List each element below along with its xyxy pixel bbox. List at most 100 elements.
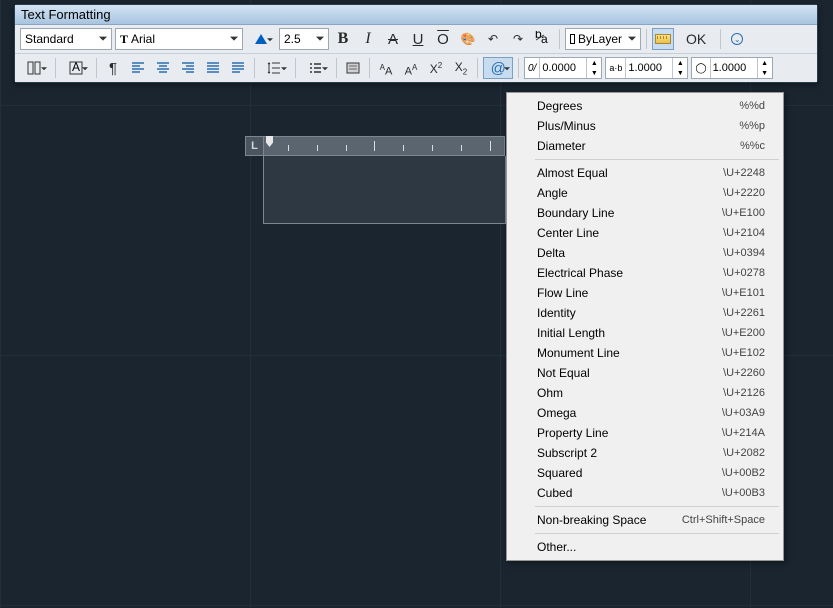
menu-item-shortcut: \U+00B3: [722, 487, 765, 499]
spin-down[interactable]: ▼: [587, 68, 601, 78]
text-size-value: 2.5: [284, 32, 301, 46]
font-value: Arial: [131, 32, 155, 46]
spin-up[interactable]: ▲: [758, 58, 772, 68]
menu-item-property-line[interactable]: Property Line\U+214A: [509, 423, 781, 443]
menu-item-other-[interactable]: Other...: [509, 537, 781, 557]
font-dropdown[interactable]: TArial: [115, 28, 243, 50]
underline-button[interactable]: U: [407, 28, 429, 50]
numbering-button[interactable]: [301, 57, 331, 79]
menu-item-squared[interactable]: Squared\U+00B2: [509, 463, 781, 483]
stack-button[interactable]: ba: [532, 28, 554, 50]
columns-icon: [27, 60, 43, 76]
menu-item-flow-line[interactable]: Flow Line\U+E101: [509, 283, 781, 303]
menu-item-diameter[interactable]: Diameter %%c: [509, 136, 781, 156]
overline-button[interactable]: O: [432, 28, 454, 50]
menu-item-shortcut: \U+214A: [722, 427, 765, 439]
redo-button[interactable]: ↷: [507, 28, 529, 50]
menu-item-delta[interactable]: Delta\U+0394: [509, 243, 781, 263]
ruler-ticks: [264, 137, 504, 155]
superscript-icon: X2: [430, 61, 442, 76]
menu-item-boundary-line[interactable]: Boundary Line\U+E100: [509, 203, 781, 223]
menu-item-shortcut: \U+2104: [723, 227, 765, 239]
ruler-toggle-button[interactable]: [652, 28, 674, 50]
spin-down[interactable]: ▼: [758, 68, 772, 78]
align-justify-button[interactable]: [202, 57, 224, 79]
menu-item-angle[interactable]: Angle\U+2220: [509, 183, 781, 203]
oblique-angle-spinner[interactable]: 0/ ▲▼: [524, 57, 602, 79]
align-distribute-button[interactable]: [227, 57, 249, 79]
text-ruler[interactable]: L: [245, 136, 505, 156]
menu-item-shortcut: \U+03A9: [722, 407, 765, 419]
menu-item-plus-minus[interactable]: Plus/Minus%%p: [509, 116, 781, 136]
menu-item-non-breaking-space[interactable]: Non-breaking SpaceCtrl+Shift+Space: [509, 510, 781, 530]
undo-button[interactable]: ↶: [482, 28, 504, 50]
menu-item-shortcut: %%c: [740, 140, 765, 152]
menu-item-subscript-2[interactable]: Subscript 2\U+2082: [509, 443, 781, 463]
ok-button[interactable]: OK: [677, 28, 715, 50]
tracking-input[interactable]: [626, 62, 672, 74]
menu-item-label: Omega: [537, 406, 576, 420]
strikethrough-button[interactable]: A: [382, 28, 404, 50]
truetype-icon: T: [120, 32, 128, 47]
align-left-icon: [130, 60, 146, 76]
color-value: ByLayer: [578, 32, 622, 46]
separator: [720, 29, 721, 49]
line-spacing-icon: [267, 60, 283, 76]
menu-item-label: Diameter: [537, 139, 586, 153]
ruler-tab-button[interactable]: L: [246, 137, 264, 155]
menu-item-shortcut: \U+E200: [722, 327, 765, 339]
menu-item-not-equal[interactable]: Not Equal\U+2260: [509, 363, 781, 383]
line-spacing-button[interactable]: [260, 57, 290, 79]
mtext-editor[interactable]: [263, 156, 506, 224]
menu-item-label: Electrical Phase: [537, 266, 623, 280]
paragraph-button[interactable]: ¶: [102, 57, 124, 79]
menu-item-label: Initial Length: [537, 326, 605, 340]
symbol-button[interactable]: @: [483, 57, 513, 79]
menu-item-degrees[interactable]: Degrees%%d: [509, 96, 781, 116]
menu-item-cubed[interactable]: Cubed\U+00B3: [509, 483, 781, 503]
annotative-button[interactable]: [246, 28, 276, 50]
menu-item-omega[interactable]: Omega \U+03A9: [509, 403, 781, 423]
separator: [336, 58, 337, 78]
tracking-spinner[interactable]: a·b ▲▼: [605, 57, 688, 79]
spin-up[interactable]: ▲: [587, 58, 601, 68]
align-left-button[interactable]: [127, 57, 149, 79]
menu-item-identity[interactable]: Identity\U+2261: [509, 303, 781, 323]
align-justify-icon: [205, 60, 221, 76]
text-size-dropdown[interactable]: 2.5: [279, 28, 329, 50]
justification-button[interactable]: A: [61, 57, 91, 79]
options-button[interactable]: ⌄: [726, 28, 748, 50]
color-dropdown[interactable]: ByLayer: [565, 28, 641, 50]
background-mask-button[interactable]: 🎨: [457, 28, 479, 50]
text-style-dropdown[interactable]: Standard: [20, 28, 112, 50]
menu-item-label: Delta: [537, 246, 565, 260]
menu-item-shortcut: \U+E100: [722, 207, 765, 219]
lowercase-button[interactable]: Aa: [400, 57, 422, 79]
uppercase-button[interactable]: aA: [375, 57, 397, 79]
spin-up[interactable]: ▲: [673, 58, 687, 68]
italic-button[interactable]: I: [357, 28, 379, 50]
subscript-button[interactable]: X2: [450, 57, 472, 79]
width-factor-input[interactable]: [711, 62, 757, 74]
oblique-input[interactable]: [540, 62, 586, 74]
align-center-button[interactable]: [152, 57, 174, 79]
menu-item-shortcut: \U+0278: [723, 267, 765, 279]
menu-item-monument-line[interactable]: Monument Line\U+E102: [509, 343, 781, 363]
align-right-button[interactable]: [177, 57, 199, 79]
insert-field-button[interactable]: [342, 57, 364, 79]
menu-item-initial-length[interactable]: Initial Length \U+E200: [509, 323, 781, 343]
menu-item-center-line[interactable]: Center Line\U+2104: [509, 223, 781, 243]
color-swatch-icon: [570, 34, 575, 44]
menu-item-label: Squared: [537, 466, 582, 480]
redo-icon: ↷: [513, 32, 523, 46]
width-factor-spinner[interactable]: ◯ ▲▼: [691, 57, 772, 79]
columns-button[interactable]: [20, 57, 50, 79]
menu-item-electrical-phase[interactable]: Electrical Phase \U+0278: [509, 263, 781, 283]
bold-button[interactable]: B: [332, 28, 354, 50]
menu-item-almost-equal[interactable]: Almost Equal\U+2248: [509, 163, 781, 183]
menu-item-ohm[interactable]: Ohm\U+2126: [509, 383, 781, 403]
spin-down[interactable]: ▼: [673, 68, 687, 78]
superscript-button[interactable]: X2: [425, 57, 447, 79]
menu-item-label: Plus/Minus: [537, 119, 596, 133]
circle-chevron-icon: ⌄: [731, 33, 743, 45]
